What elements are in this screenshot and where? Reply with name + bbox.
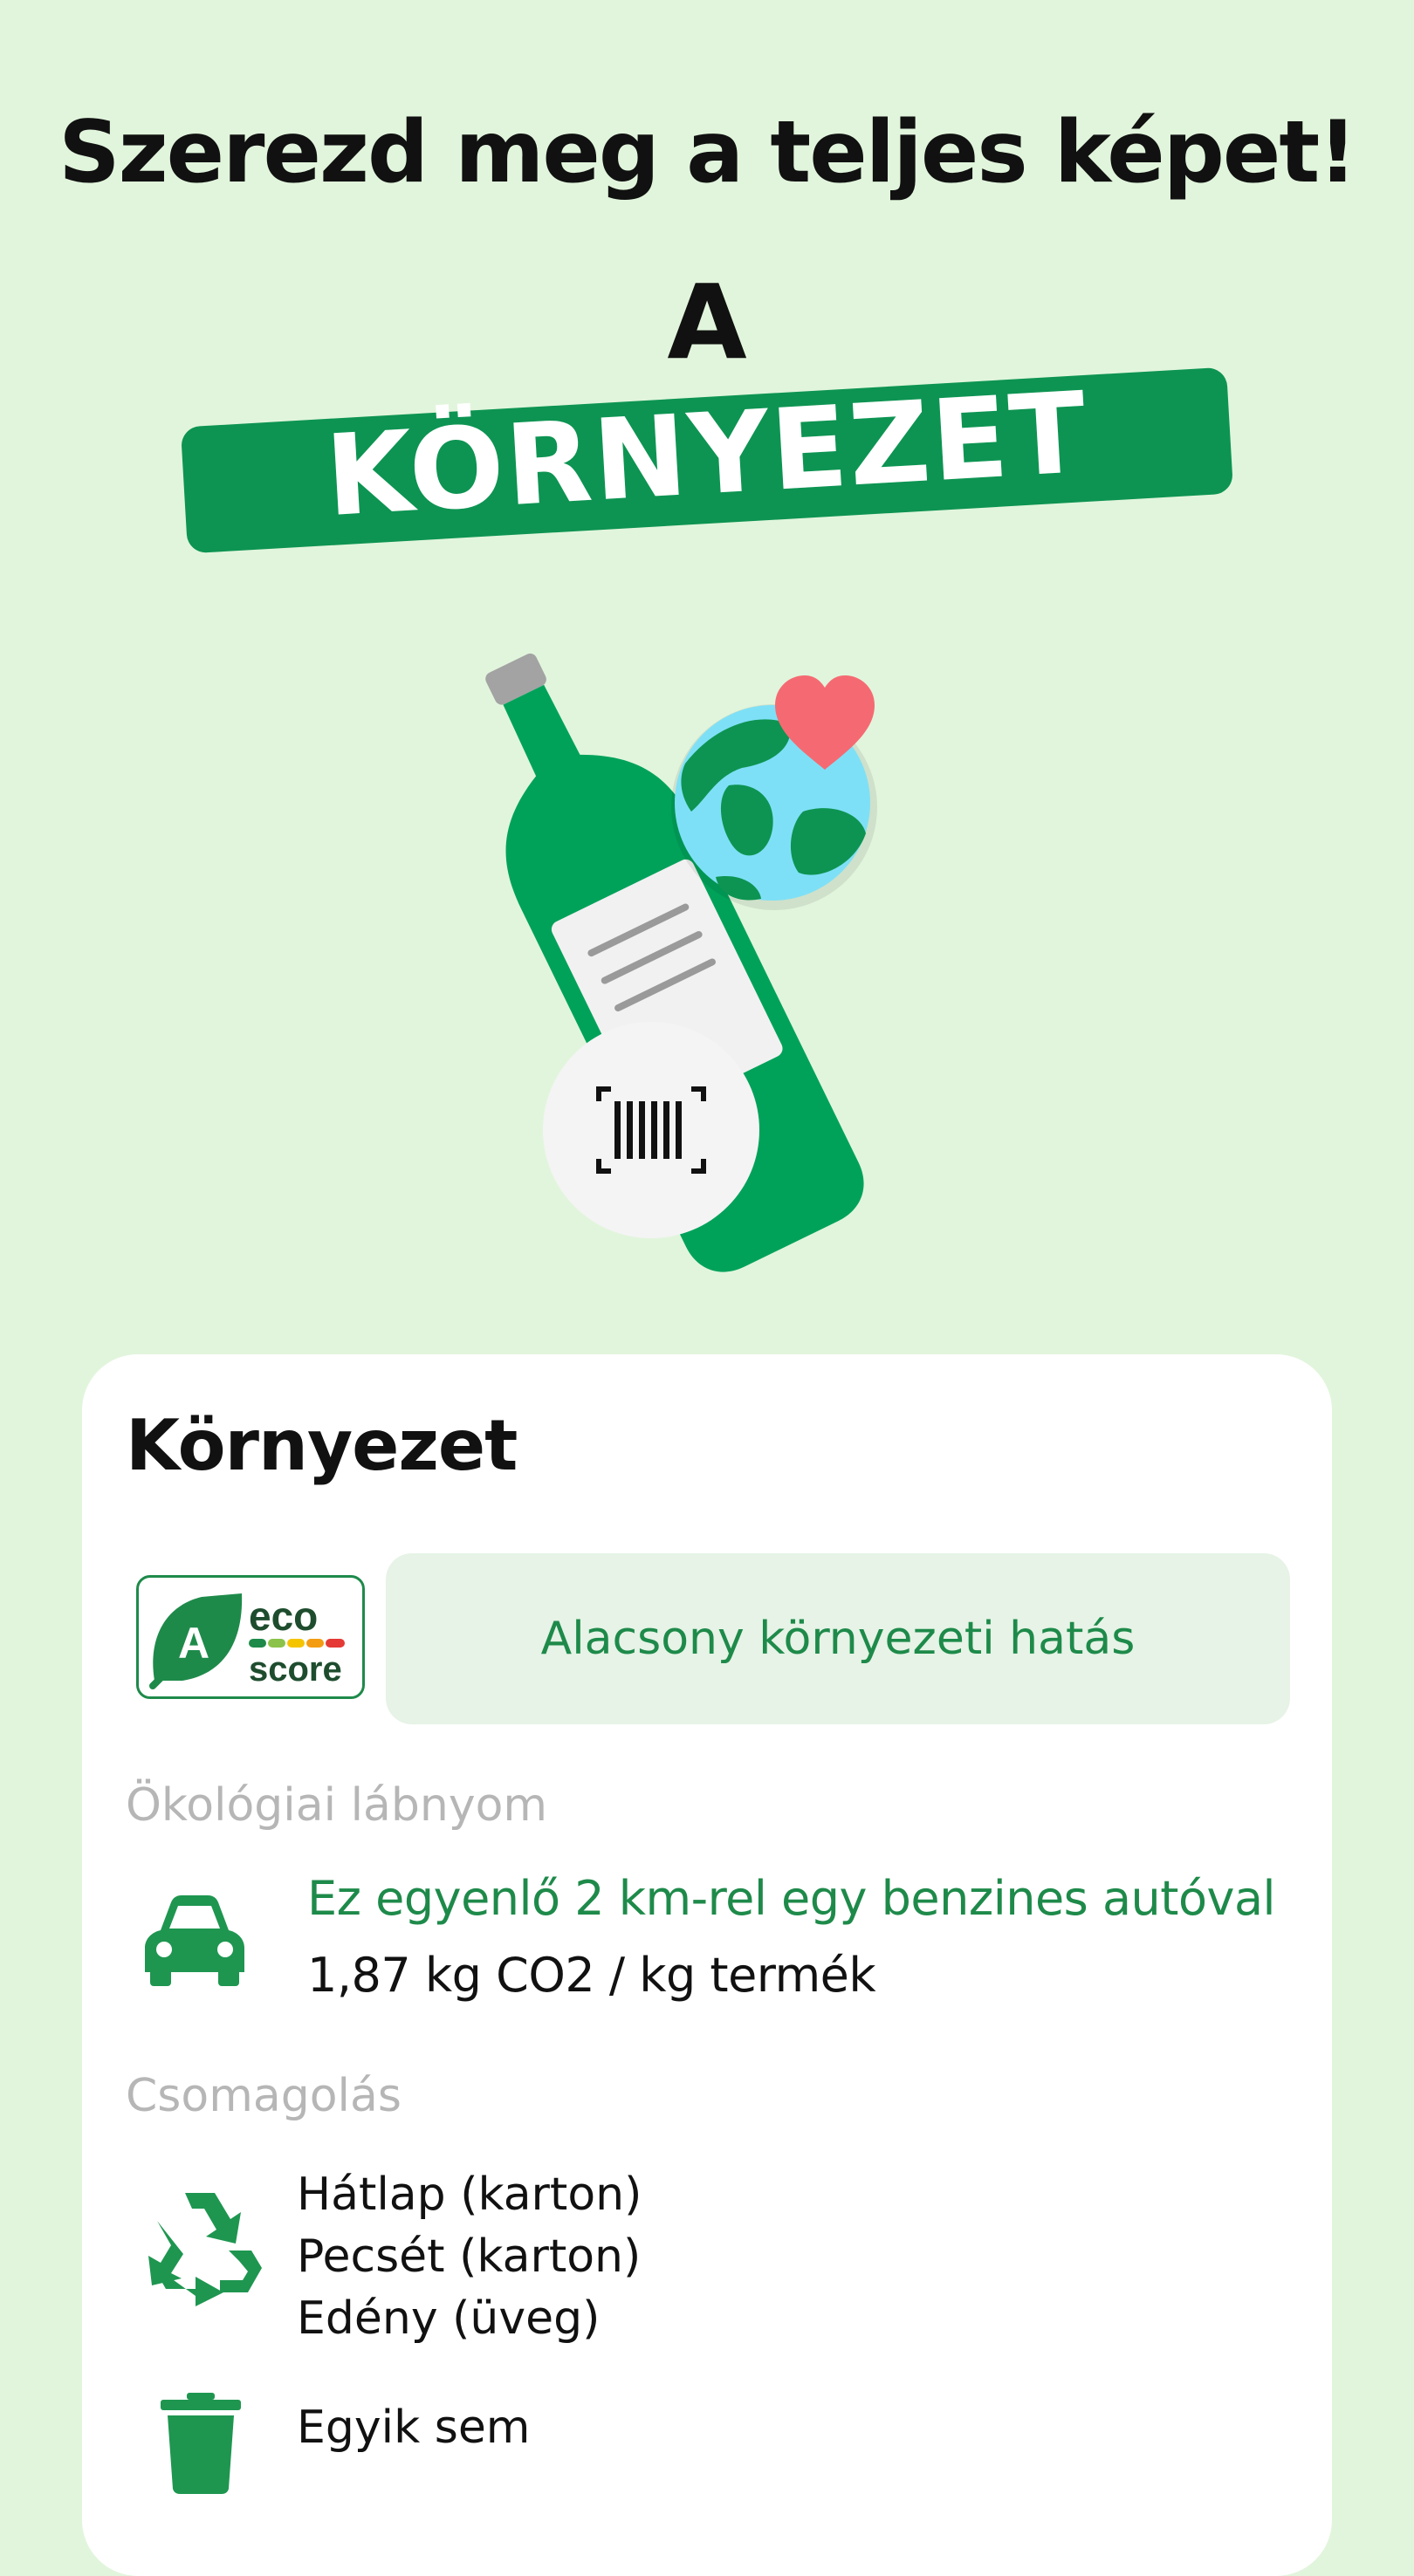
ecoscore-logo-eco: eco [249,1593,318,1639]
ecoscore-letter-heading: A [667,262,747,382]
footprint-equivalence: Ez egyenlő 2 km-rel egy benzines autóval [307,1871,1276,1926]
trash-icon [161,2393,241,2494]
car-icon [145,1895,244,1986]
ecoscore-leaf-icon: A eco score [149,1593,345,1689]
non-recyclable-text: Egyik sem [297,2401,531,2454]
ecoscore-impact-pill[interactable]: Alacsony környezeti hatás [386,1553,1290,1724]
packaging-item: Pecsét (karton) [297,2230,642,2283]
ecoscore-logo-score: score [249,1650,342,1689]
barcode-scan-icon [543,1022,759,1238]
packaging-list: Hátlap (karton) Pecsét (karton) Edény (ü… [297,2164,642,2350]
ecoscore-impact-text: Alacsony környezeti hatás [540,1613,1136,1665]
packaging-item: Hátlap (karton) [297,2168,642,2221]
footprint-label: Ökológiai lábnyom [126,1779,548,1832]
ecoscore-badge[interactable]: A eco score [136,1575,365,1699]
environment-banner: KÖRNYEZET [180,367,1234,554]
bottle-illustration [485,653,877,1272]
packaging-item: Edény (üveg) [297,2292,601,2345]
card-title: Környezet [126,1405,518,1486]
environment-banner-label: KÖRNYEZET [322,367,1092,543]
headline: Szerezd meg a teljes képet! [58,103,1357,202]
footprint-value: 1,87 kg CO2 / kg termék [307,1948,876,2003]
recycle-icon [148,2193,262,2306]
environment-card: Környezet A eco score Alacsony környezet… [82,1354,1332,2576]
ecoscore-grade: A [178,1619,209,1668]
packaging-label: Csomagolás [126,2070,402,2122]
